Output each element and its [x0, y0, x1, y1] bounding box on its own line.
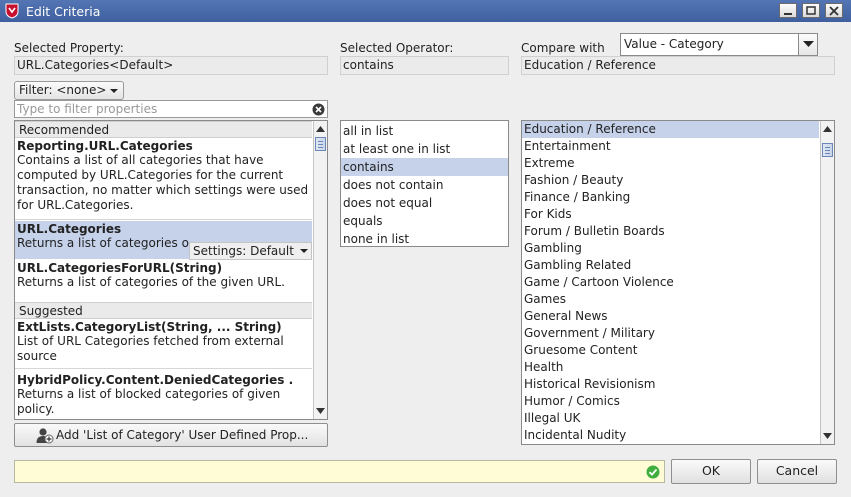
validation-status-bar — [14, 460, 665, 483]
category-item[interactable]: Health — [522, 359, 819, 376]
property-item-url-categories[interactable]: URL.Categories Returns a list of categor… — [15, 221, 312, 260]
property-name: ExtLists.CategoryList(String, ... String… — [17, 320, 282, 334]
filter-button[interactable]: Filter: <none> — [14, 81, 124, 100]
property-list-scrollbar[interactable] — [313, 121, 327, 419]
compare-type-combo[interactable]: Value - Category — [620, 33, 818, 56]
selected-operator-field: contains — [340, 56, 509, 75]
close-button[interactable] — [825, 3, 843, 18]
combo-dropdown-button[interactable] — [798, 34, 817, 55]
operator-item-selected[interactable]: contains — [341, 158, 508, 176]
property-name: URL.Categories — [17, 222, 122, 236]
add-button-label: Add 'List of Category' User Defined Prop… — [56, 428, 309, 442]
category-item[interactable]: Fashion / Beauty — [522, 172, 819, 189]
compare-type-value: Value - Category — [624, 37, 724, 51]
property-desc-line: policy. — [17, 402, 55, 416]
category-item[interactable]: Finance / Banking — [522, 189, 819, 206]
grip-line — [318, 147, 323, 148]
recommended-header: Recommended — [15, 121, 312, 138]
category-item[interactable]: Illegal UK — [522, 410, 819, 427]
category-item[interactable]: Entertainment — [522, 138, 819, 155]
category-item[interactable]: Gambling Related — [522, 257, 819, 274]
compare-with-label: Compare with — [521, 41, 605, 55]
window-title: Edit Criteria — [26, 4, 101, 19]
divider — [15, 368, 312, 369]
selected-property-label: Selected Property: — [14, 41, 124, 55]
user-add-icon — [36, 428, 54, 444]
scroll-down-icon[interactable] — [315, 406, 326, 416]
category-item[interactable]: Game / Cartoon Violence — [522, 274, 819, 291]
category-item[interactable]: Extreme — [522, 155, 819, 172]
property-desc-line: Returns a list of categories of the give… — [17, 275, 285, 289]
scroll-up-icon[interactable] — [822, 124, 833, 134]
ok-button[interactable]: OK — [671, 459, 751, 484]
category-item[interactable]: Historical Revisionism — [522, 376, 819, 393]
operator-item[interactable]: equals — [341, 212, 508, 230]
category-item[interactable]: Games — [522, 291, 819, 308]
operator-item[interactable]: all in list — [341, 122, 508, 140]
property-item-extlists-categorylist[interactable]: ExtLists.CategoryList(String, ... String… — [15, 319, 312, 367]
app-shield-icon — [4, 3, 20, 19]
property-desc-line: Contains a list of all categories that h… — [17, 153, 264, 167]
suggested-header: Suggested — [15, 302, 312, 319]
chevron-down-icon — [299, 249, 308, 253]
category-item[interactable]: Forum / Bulletin Boards — [522, 223, 819, 240]
property-desc-line: source — [17, 349, 57, 363]
filter-label: Filter: <none> — [19, 83, 107, 97]
maximize-button[interactable] — [802, 3, 820, 18]
grip-line — [318, 141, 323, 142]
property-name: Reporting.URL.Categories — [17, 139, 193, 153]
property-desc-line: List of URL Categories fetched from exte… — [17, 334, 284, 348]
add-user-defined-property-button[interactable]: Add 'List of Category' User Defined Prop… — [14, 423, 328, 447]
grip-line — [318, 144, 323, 145]
settings-label: Settings: Default — [193, 244, 294, 258]
scroll-up-icon[interactable] — [315, 124, 326, 134]
scroll-thumb[interactable] — [822, 143, 833, 157]
filter-placeholder: Type to filter properties — [17, 102, 158, 116]
category-item[interactable]: Gambling — [522, 240, 819, 257]
minimize-button[interactable] — [779, 3, 797, 18]
category-list-scrollbar[interactable] — [820, 121, 834, 444]
property-desc-line: for URL.Categories. — [17, 198, 134, 212]
property-name: HybridPolicy.Content.DeniedCategories . — [17, 373, 294, 387]
operator-list[interactable]: all in list at least one in list contain… — [340, 120, 509, 247]
property-item-hybridpolicy-deniedcategories[interactable]: HybridPolicy.Content.DeniedCategories . … — [15, 373, 312, 419]
operator-item[interactable]: does not equal — [341, 194, 508, 212]
category-item[interactable]: Humor / Comics — [522, 393, 819, 410]
operator-item[interactable]: does not contain — [341, 176, 508, 194]
title-bar: Edit Criteria — [0, 0, 851, 22]
property-item-url-categoriesforurl[interactable]: URL.CategoriesForURL(String) Returns a l… — [15, 260, 312, 298]
category-item[interactable]: General News — [522, 308, 819, 325]
category-item[interactable]: Government / Military — [522, 325, 819, 342]
property-desc-line: transaction, no matter which settings we… — [17, 183, 309, 197]
cancel-button[interactable]: Cancel — [757, 459, 837, 484]
grip-line — [825, 153, 830, 154]
grip-line — [825, 150, 830, 151]
settings-dropdown[interactable]: Settings: Default — [189, 242, 312, 260]
category-item-selected[interactable]: Education / Reference — [522, 121, 819, 138]
property-list[interactable]: Recommended Reporting.URL.Categories Con… — [14, 120, 328, 420]
selected-operator-label: Selected Operator: — [340, 41, 454, 55]
operator-item[interactable]: none in list — [341, 230, 508, 246]
check-ok-icon — [646, 465, 660, 479]
operator-item[interactable]: at least one in list — [341, 140, 508, 158]
chevron-down-icon — [803, 41, 814, 47]
category-item[interactable]: Incidental Nudity — [522, 427, 819, 444]
category-list[interactable]: Education / Reference Entertainment Extr… — [521, 120, 835, 445]
chevron-down-icon — [110, 89, 118, 93]
property-desc-line: computed by URL.Categories for the curre… — [17, 168, 284, 182]
filter-input[interactable]: Type to filter properties — [14, 100, 328, 118]
grip-line — [825, 147, 830, 148]
property-name: URL.CategoriesForURL(String) — [17, 261, 223, 275]
compare-value-field: Education / Reference — [521, 56, 835, 75]
scroll-thumb[interactable] — [315, 137, 326, 151]
category-item[interactable]: For Kids — [522, 206, 819, 223]
clear-icon[interactable] — [312, 103, 325, 116]
divider — [15, 219, 312, 220]
category-item[interactable]: Gruesome Content — [522, 342, 819, 359]
property-desc-line: Returns a list of blocked categories of … — [17, 387, 281, 401]
scroll-down-icon[interactable] — [822, 431, 833, 441]
property-item-reporting-url-categories[interactable]: Reporting.URL.Categories Contains a list… — [15, 138, 312, 218]
selected-property-field: URL.Categories<Default> — [14, 56, 328, 75]
